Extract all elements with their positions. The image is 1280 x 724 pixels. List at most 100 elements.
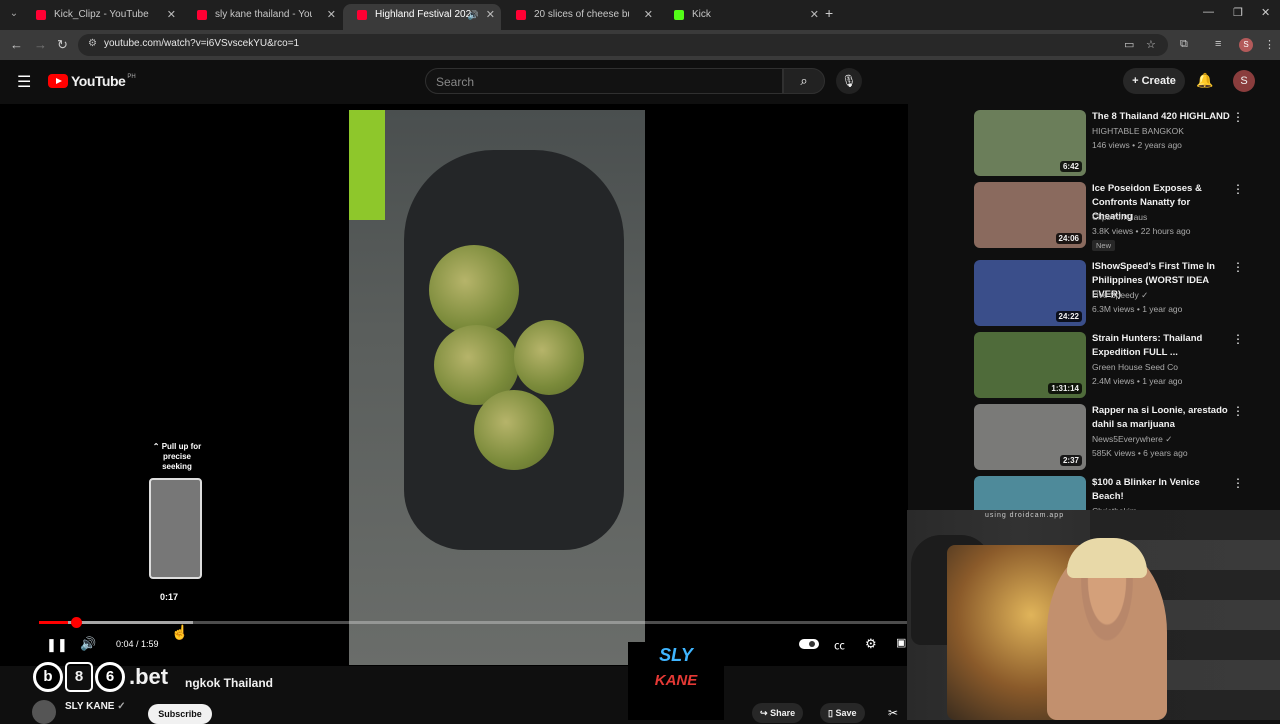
- recommendation-channel-name[interactable]: ClipsVonClaus: [1092, 212, 1147, 222]
- recommendation-thumbnail[interactable]: 6:42: [974, 110, 1086, 176]
- menu-icon[interactable]: ☰: [17, 72, 31, 92]
- time-display: 0:04 / 1:59: [116, 639, 159, 649]
- channel-avatar[interactable]: [32, 700, 56, 724]
- captions-icon[interactable]: ㏄: [834, 637, 845, 653]
- tab-title: Kick_Clipz - YouTube: [54, 9, 149, 20]
- more-actions-icon[interactable]: ⋮: [1232, 476, 1244, 490]
- search-input[interactable]: Search: [425, 68, 783, 94]
- recommendation-channel-name[interactable]: HIGHTABLE BANGKOK: [1092, 126, 1184, 136]
- more-actions-icon[interactable]: ⋮: [1232, 110, 1244, 124]
- recommendation-channel[interactable]: HIGHTABLE BANGKOK: [1092, 126, 1184, 136]
- green-object: [349, 110, 385, 220]
- tab-audio-icon[interactable]: 🔊: [468, 4, 479, 26]
- miniplayer-icon[interactable]: ▣: [896, 636, 906, 649]
- recommendation-channel[interactable]: Live Speedy ✓: [1092, 290, 1148, 301]
- tab-close-icon[interactable]: ✕: [644, 4, 653, 26]
- tab-close-icon[interactable]: ✕: [327, 4, 336, 26]
- save-button[interactable]: ▯ Save: [820, 703, 865, 723]
- voice-search-button[interactable]: 🎙: [836, 68, 862, 94]
- browser-tab[interactable]: 20 slices of cheese burger at # ✕: [502, 4, 659, 30]
- browser-tab[interactable]: Kick_Clipz - YouTube ✕: [22, 4, 182, 30]
- recommendation-title[interactable]: Rapper na si Loonie, arestado dahil sa m…: [1092, 404, 1232, 432]
- video-player[interactable]: ⌃ Pull up for precise seeking 0:17 ❚❚ 🔊 …: [0, 104, 908, 666]
- duration-badge: 2:37: [1059, 455, 1082, 466]
- maximize-icon[interactable]: ❐: [1233, 6, 1243, 19]
- recommendation-item[interactable]: 24:06 Ice Poseidon Exposes & Confronts Na…: [974, 180, 1254, 251]
- tab-close-icon[interactable]: ✕: [486, 4, 495, 26]
- channel-name-text[interactable]: SLY KANE: [65, 701, 114, 712]
- more-actions-icon[interactable]: ⋮: [1232, 182, 1244, 196]
- recommendation-item[interactable]: 2:37 Rapper na si Loonie, arestado dahil …: [974, 402, 1254, 470]
- browser-tab[interactable]: Highland Festival 2023 Ban🔊 ✕: [343, 4, 501, 30]
- youtube-header: ☰ YouTube PH Search ⌕ 🎙 + Create 🔔 S: [0, 60, 1280, 104]
- share-label: Share: [770, 708, 796, 718]
- close-window-icon[interactable]: ✕: [1261, 6, 1270, 19]
- scrubber-handle[interactable]: [71, 617, 82, 628]
- webcam-banner: using droidcam.app: [985, 512, 1065, 519]
- browser-tab[interactable]: Kick ✕: [660, 4, 825, 30]
- youtube-icon: [516, 10, 526, 20]
- bookmark-star-icon[interactable]: ☆: [1146, 38, 1156, 51]
- recommendation-item[interactable]: 24:22 IShowSpeed's First Time In Philippi…: [974, 258, 1254, 326]
- browser-tab[interactable]: sly kane thailand - YouTube ✕: [183, 4, 342, 30]
- search-button[interactable]: ⌕: [783, 68, 825, 94]
- channel-name[interactable]: SLY KANE ✓: [65, 701, 126, 712]
- create-button[interactable]: + Create: [1123, 68, 1185, 94]
- recommendation-title[interactable]: $100 a Blinker In Venice Beach!: [1092, 476, 1232, 504]
- cast-icon[interactable]: ▭: [1124, 38, 1134, 51]
- bet-logo-char-b: b: [33, 662, 63, 692]
- recommendation-thumbnail[interactable]: 24:22: [974, 260, 1086, 326]
- tab-close-icon[interactable]: ✕: [167, 4, 176, 26]
- browser-profile-avatar[interactable]: S: [1239, 38, 1253, 52]
- clip-scissors-icon[interactable]: ✂: [888, 706, 898, 720]
- recommendation-channel-name[interactable]: Green House Seed Co: [1092, 362, 1178, 372]
- autoplay-toggle[interactable]: [799, 639, 819, 649]
- recommendation-item[interactable]: 6:42 The 8 Thailand 420 HIGHLAND HIGHTABLE…: [974, 108, 1254, 176]
- recommendation-meta: 6.3M views • 1 year ago: [1092, 304, 1183, 314]
- more-actions-icon[interactable]: ⋮: [1232, 260, 1244, 274]
- back-icon[interactable]: ←: [10, 37, 23, 52]
- bud-image: [429, 245, 519, 335]
- recommendation-title[interactable]: The 8 Thailand 420 HIGHLAND: [1092, 110, 1232, 124]
- browser-toolbar: ← → ↻ ⚙ youtube.com/watch?v=i6VSvscekYU&…: [0, 30, 1280, 60]
- recommendation-thumbnail[interactable]: 24:06: [974, 182, 1086, 248]
- account-avatar[interactable]: S: [1233, 70, 1255, 92]
- bet-logo-suffix: .bet: [129, 664, 169, 689]
- site-info-icon[interactable]: ⚙: [88, 38, 97, 49]
- recommendation-channel-name[interactable]: News5Everywhere: [1092, 434, 1163, 444]
- media-controls-icon[interactable]: ≡: [1215, 38, 1221, 50]
- country-code: PH: [127, 74, 136, 80]
- recommendation-thumbnail[interactable]: 2:37: [974, 404, 1086, 470]
- tab-close-icon[interactable]: ✕: [810, 4, 819, 26]
- recommendation-title[interactable]: Strain Hunters: Thailand Expedition FULL…: [1092, 332, 1232, 360]
- youtube-icon: [197, 10, 207, 20]
- more-actions-icon[interactable]: ⋮: [1232, 332, 1244, 346]
- share-button[interactable]: ↪ Share: [752, 703, 804, 723]
- reload-icon[interactable]: ↻: [57, 37, 68, 53]
- forward-icon[interactable]: →: [34, 37, 47, 52]
- progress-bar[interactable]: [39, 621, 908, 624]
- notifications-bell-icon[interactable]: 🔔: [1196, 72, 1213, 89]
- recommendation-meta: 146 views • 2 years ago: [1092, 140, 1182, 150]
- minimize-icon[interactable]: —: [1203, 6, 1214, 18]
- youtube-logo[interactable]: YouTube PH: [48, 73, 136, 89]
- webcam-overlay: using droidcam.app: [907, 510, 1280, 720]
- settings-gear-icon[interactable]: ⚙: [865, 636, 877, 652]
- recommendation-channel[interactable]: ClipsVonClaus: [1092, 212, 1147, 222]
- recommendation-thumbnail[interactable]: 1:31:14: [974, 332, 1086, 398]
- pause-icon[interactable]: ❚❚: [46, 637, 68, 653]
- recommendation-channel-name[interactable]: Live Speedy: [1092, 290, 1139, 300]
- more-actions-icon[interactable]: ⋮: [1232, 404, 1244, 418]
- recommendation-channel[interactable]: News5Everywhere ✓: [1092, 434, 1172, 445]
- address-url[interactable]: youtube.com/watch?v=i6VSvscekYU&rco=1: [104, 38, 299, 49]
- recommendation-item[interactable]: 1:31:14 Strain Hunters: Thailand Expediti…: [974, 330, 1254, 398]
- new-tab-button[interactable]: +: [825, 5, 833, 21]
- volume-icon[interactable]: 🔊: [80, 636, 96, 652]
- extensions-icon[interactable]: ⧉: [1180, 38, 1188, 51]
- subscribe-button[interactable]: Subscribe: [148, 704, 212, 724]
- video-frame[interactable]: [349, 110, 645, 665]
- recommendation-channel[interactable]: Green House Seed Co: [1092, 362, 1178, 372]
- tab-search-icon[interactable]: ⌄: [6, 6, 22, 22]
- address-bar[interactable]: ⚙ youtube.com/watch?v=i6VSvscekYU&rco=1: [78, 34, 1168, 56]
- browser-menu-icon[interactable]: ⋮: [1264, 38, 1275, 51]
